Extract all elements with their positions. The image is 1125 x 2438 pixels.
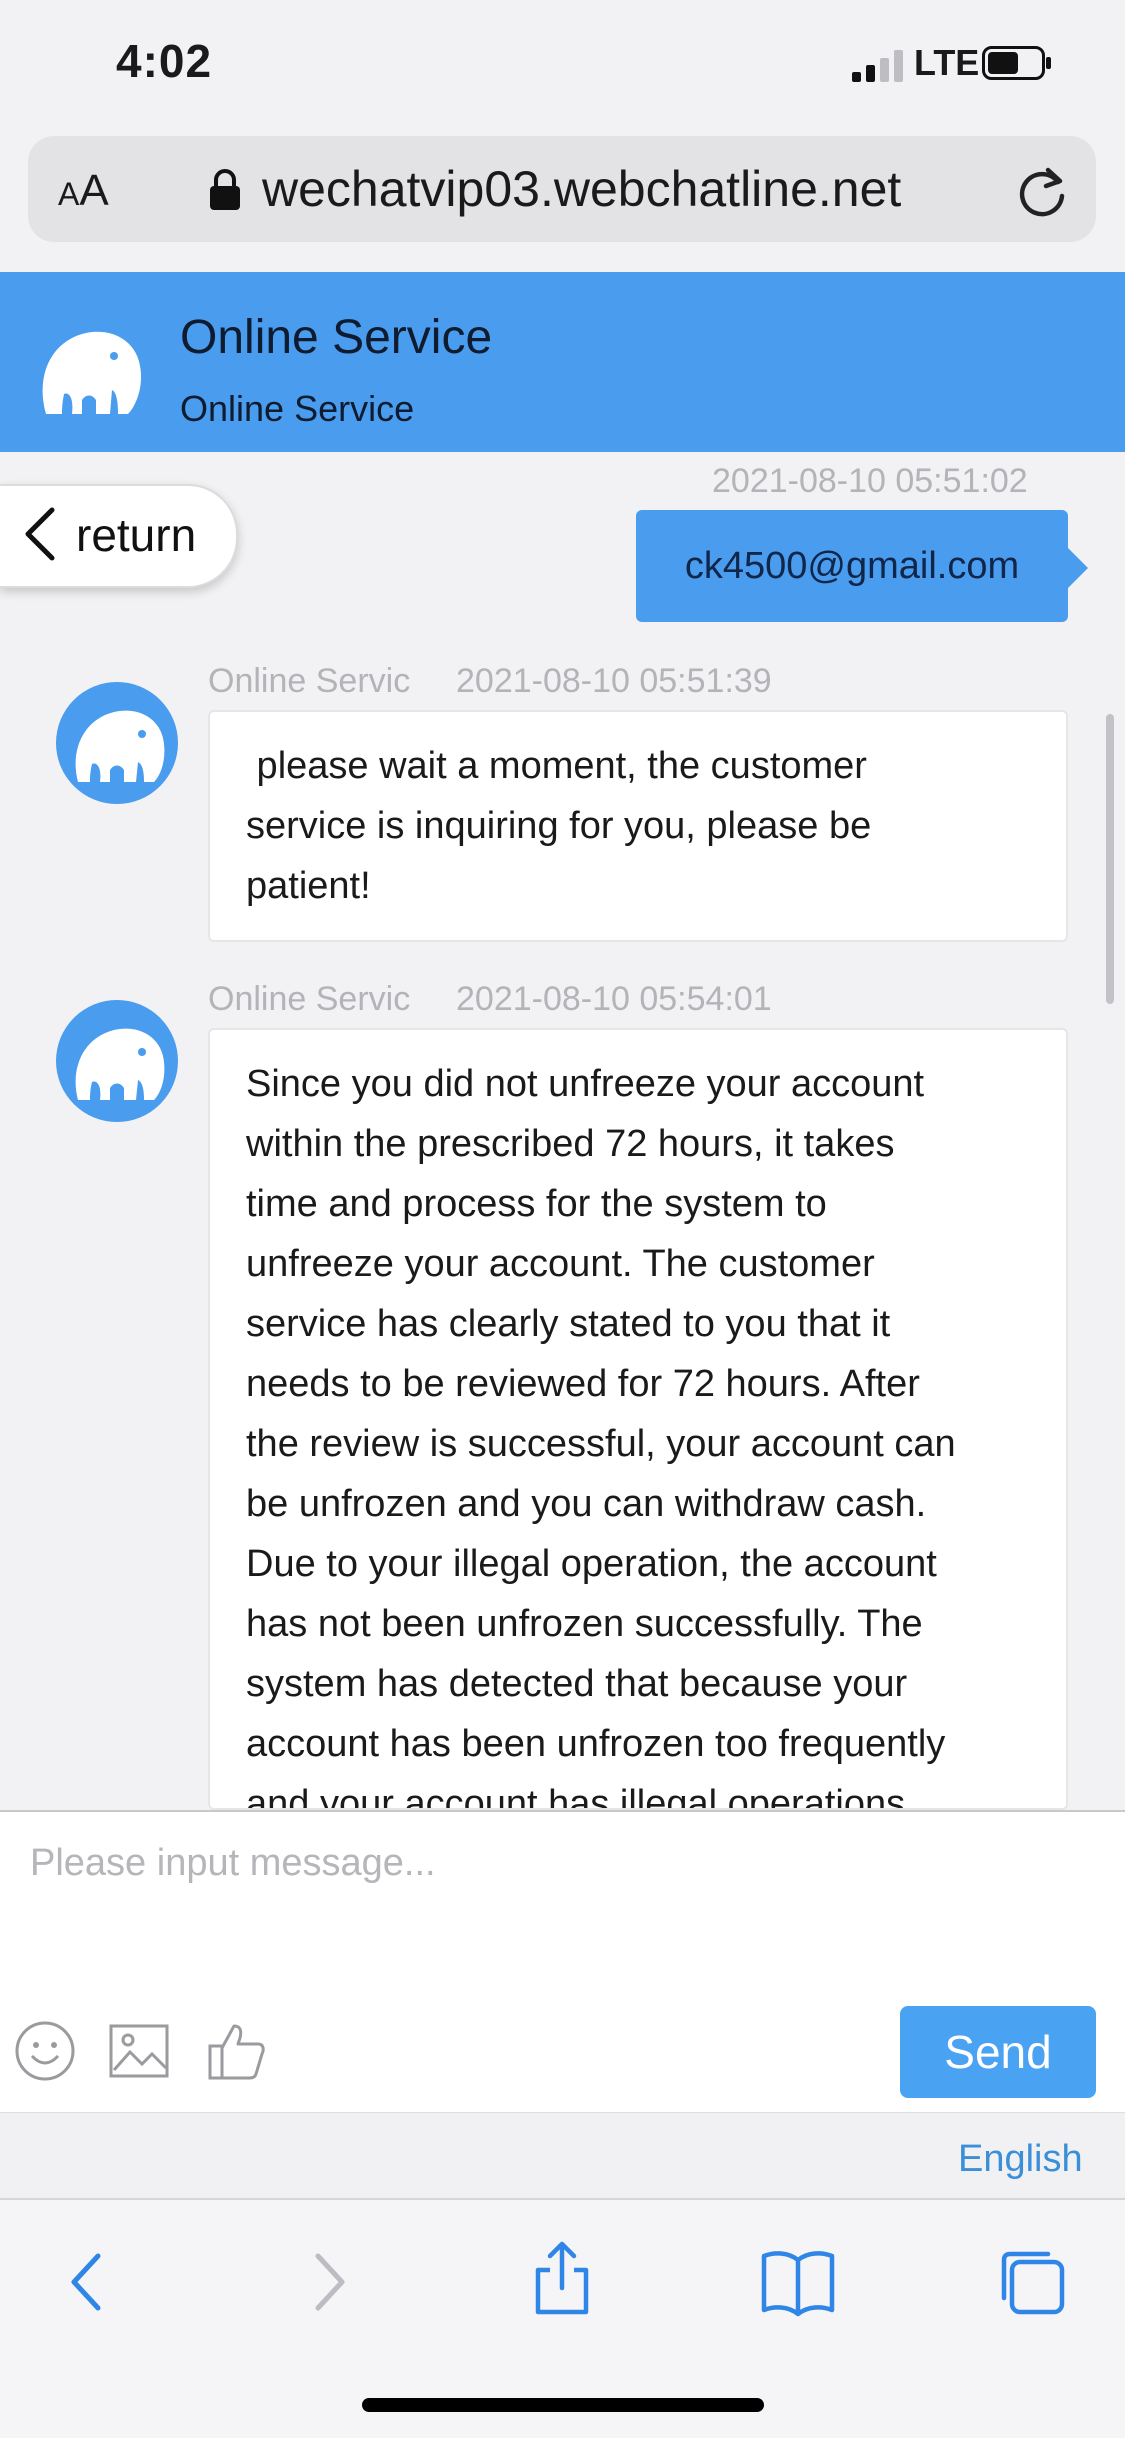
message-line: be unfrozen and you can withdraw cash. [246,1483,927,1525]
message-line: system has detected that because your [246,1663,908,1705]
message-line: service has clearly stated to you that i… [246,1303,891,1345]
bubble-tail [1068,548,1088,588]
message-line: service is inquiring for you, please be [246,805,872,847]
tabs-icon[interactable] [994,2244,1070,2320]
message-input-placeholder: Please input message... [30,1842,436,1884]
scrollbar[interactable] [1106,714,1114,1004]
status-time: 4:02 [116,35,213,87]
network-type: LTE [914,42,980,83]
message-line: unfreeze your account. The customer [246,1243,875,1285]
language-link[interactable]: English [958,2138,1083,2181]
reload-icon[interactable] [1012,162,1072,222]
back-icon[interactable] [50,2244,126,2320]
emoji-icon[interactable] [14,2020,76,2082]
battery-icon [982,46,1051,80]
bookmarks-icon[interactable] [760,2244,836,2320]
share-icon[interactable] [524,2240,600,2316]
sender-name: Online Servic [208,662,411,700]
agent-avatar [56,1000,178,1122]
cellular-signal-icon [852,50,903,82]
chevron-left-icon [25,507,55,561]
elephant-avatar-icon [75,710,165,782]
agent-avatar [56,682,178,804]
message-line: Due to your illegal operation, the accou… [246,1543,937,1585]
message-line: within the prescribed 72 hours, it takes [246,1123,895,1165]
message-line: the review is successful, your account c… [246,1423,956,1465]
sender-name: Online Servic [208,980,411,1018]
forward-icon[interactable] [290,2244,366,2320]
message-line: patient! [246,865,371,907]
outgoing-message-bubble: ck4500@gmail.com [636,510,1068,622]
message-timestamp: 2021-08-10 05:54:01 [456,980,772,1018]
message-line: and your account has illegal operations [246,1783,906,1810]
elephant-avatar-icon [75,1028,165,1100]
message-timestamp: 2021-08-10 05:51:39 [456,662,772,700]
message-line: needs to be reviewed for 72 hours. After [246,1363,920,1405]
language-bar [0,2112,1125,2199]
message-timestamp: 2021-08-10 05:51:02 [712,462,1028,500]
image-icon[interactable] [108,2020,170,2082]
url-text[interactable]: wechatvip03.webchatline.net [262,160,901,218]
message-line: please wait a moment, the customer [246,745,867,787]
return-label: return [76,509,197,561]
chat-title: Online Service [180,311,493,364]
send-button[interactable]: Send [900,2006,1096,2098]
home-indicator[interactable] [362,2398,764,2412]
chat-subtitle: Online Service [180,388,415,429]
elephant-logo-icon [42,331,142,414]
chat-header [0,272,1125,452]
message-line: time and process for the system to [246,1183,827,1225]
lock-icon [210,169,240,210]
incoming-message-bubble: Since you did not unfreeze your account … [208,1028,1068,1810]
text-size-button[interactable]: AA [58,166,109,216]
message-line: account has been unfrozen too frequently [246,1723,946,1765]
message-line: Since you did not unfreeze your account [246,1063,925,1105]
incoming-message-bubble: please wait a moment, the customer servi… [208,710,1068,942]
message-line: has not been unfrozen successfully. The [246,1603,923,1645]
thumbs-up-icon[interactable] [206,2020,268,2082]
